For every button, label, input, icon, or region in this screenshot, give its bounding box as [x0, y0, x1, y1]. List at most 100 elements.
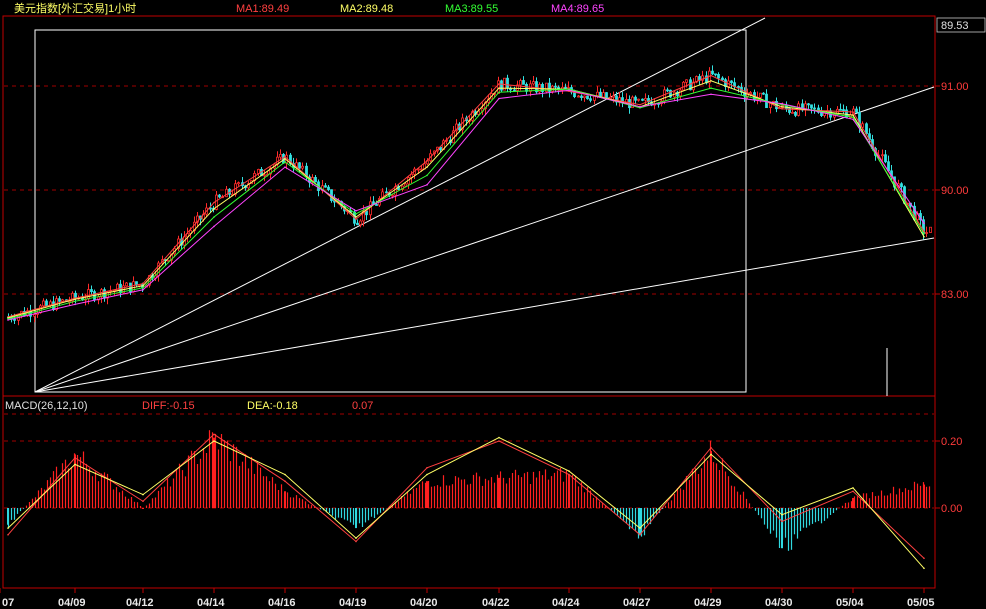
x-tick-label-0: 07: [2, 597, 14, 609]
candle-body-246: [794, 111, 797, 116]
chart-title: 美元指数[外汇交易]1小时: [14, 1, 136, 15]
candle-body-287: [925, 232, 928, 234]
candle-body-180: [583, 95, 586, 98]
macd-point-dea-11: [781, 513, 783, 516]
candle-body-228: [737, 86, 740, 88]
candle-body-206: [666, 89, 669, 92]
ma-point-ma1-7: [498, 83, 500, 85]
ma-point-ma2-3: [213, 207, 215, 210]
macd-point-diff-3: [213, 433, 215, 436]
ma3-label: MA3:89.55: [445, 3, 498, 15]
candle-body-37: [125, 282, 128, 287]
chart-canvas[interactable]: 91.00 90.00 83.00 0.20 0.00 07 04/09 04/12 04/1…: [0, 0, 986, 609]
x-tick-label-2: 04/12: [126, 597, 154, 609]
ma-point-ma4-7: [498, 97, 500, 100]
ma-point-ma1-9: [639, 103, 641, 106]
x-tick-label-9: 04/27: [623, 597, 651, 609]
ma-point-ma2-7: [498, 87, 500, 89]
candle-body-25: [87, 289, 90, 300]
ma-point-ma4-6: [426, 184, 428, 186]
candle-body-80: [263, 174, 266, 177]
ma-point-ma3-2: [142, 287, 144, 289]
candle-body-184: [596, 91, 599, 97]
fan-line-2: [34, 86, 935, 393]
ma-point-ma4-10: [710, 93, 712, 96]
candle-body-199: [644, 98, 647, 101]
candle-body-252: [813, 107, 816, 110]
macd-histogram: [7, 430, 931, 551]
candle-body-91: [298, 162, 301, 169]
ma-point-ma2-13: [923, 236, 925, 238]
ma-point-ma2-5: [355, 216, 357, 218]
ma1-label: MA1:89.49: [236, 3, 289, 15]
ma-point-ma3-1: [74, 300, 76, 303]
macd-value-bar-0: [7, 508, 9, 525]
macd-point-dea-4: [284, 473, 286, 476]
x-tick-label-10: 04/29: [694, 597, 722, 609]
ma-point-ma4-4: [284, 166, 286, 168]
candle-body-221: [714, 73, 717, 76]
macd-point-dea-8: [568, 470, 570, 472]
ma-point-ma3-10: [710, 87, 712, 89]
candle-body-66: [218, 194, 221, 198]
candle-body-110: [359, 220, 362, 226]
candle-body-92: [301, 165, 304, 169]
candle-body-250: [807, 103, 810, 106]
candle-body-196: [634, 96, 637, 101]
macd-point-diff-1: [74, 457, 76, 459]
x-tick-label-12: 05/04: [836, 597, 864, 609]
macd-point-diff-10: [710, 446, 712, 449]
candle-body-188: [609, 96, 612, 99]
candle-body-210: [679, 89, 682, 97]
ma-point-ma3-6: [426, 174, 428, 177]
macd-point-dea-10: [710, 453, 712, 456]
candle-body-115: [375, 204, 378, 206]
price-tick-label-1: 90.00: [941, 185, 969, 197]
candle-body-273: [881, 154, 884, 157]
x-tick-label-13: 05/05: [907, 597, 935, 609]
macd-value-bar-12: [852, 497, 854, 508]
candle-body-226: [730, 80, 733, 84]
candle-body-8: [33, 314, 36, 317]
macd-point-dea-1: [74, 463, 76, 466]
moving-average-lines: [7, 74, 925, 321]
candle-body-120: [391, 194, 394, 197]
candle-body-261: [842, 109, 845, 112]
ma-point-ma1-10: [710, 74, 712, 77]
candle-body-162: [525, 83, 528, 92]
macd-point-diff-6: [426, 467, 428, 469]
ma-point-ma1-12: [852, 111, 854, 113]
ma-point-ma4-12: [852, 118, 854, 121]
macd-value-bar-8: [568, 474, 570, 508]
ma-point-ma4-1: [74, 303, 76, 306]
macd-point-dea-3: [213, 440, 215, 442]
macd-point-dea-12: [852, 487, 854, 489]
grid-lines: [4, 85, 934, 509]
candle-body-260: [839, 108, 842, 111]
ma-point-ma4-13: [923, 222, 925, 225]
candle-body-16: [58, 298, 61, 302]
ma-point-ma2-2: [142, 284, 144, 287]
ma-point-ma2-6: [426, 166, 428, 168]
candle-body-187: [605, 92, 608, 99]
macd-line-diff: [7, 433, 925, 559]
macd-value-bar-6: [426, 481, 428, 508]
macd-value-bar-4: [284, 491, 286, 508]
candle-body-11: [42, 300, 45, 307]
candle-body-236: [762, 92, 765, 95]
macd-value-bar-9: [639, 508, 641, 535]
macd-point-diff-8: [568, 473, 570, 476]
candle-body-128: [417, 168, 420, 171]
ma-point-ma4-0: [7, 319, 9, 321]
x-tick-label-3: 04/14: [197, 597, 225, 609]
macd-value-bar-1: [74, 454, 76, 508]
macd-point-dea-0: [7, 527, 9, 529]
candle-body-179: [580, 95, 583, 98]
macd-point-dea-2: [142, 493, 144, 496]
macd-value-bar-10: [710, 451, 712, 508]
ma-point-ma1-3: [213, 201, 215, 204]
candle-body-198: [641, 98, 644, 101]
macd-point-diff-9: [639, 534, 641, 536]
macd-point-diff-13: [923, 557, 925, 560]
candle-body-212: [685, 79, 688, 83]
